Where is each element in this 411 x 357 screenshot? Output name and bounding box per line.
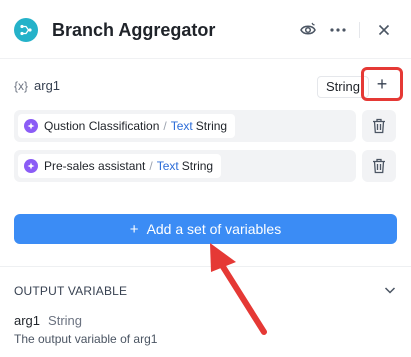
path-separator: / [163,119,167,133]
output-variable-heading: OUTPUT VARIABLE [14,284,128,298]
variable-type-name: Text [156,159,179,173]
variable-row[interactable]: Qustion Classification / Text String [14,110,356,142]
run-icon[interactable] [296,18,320,42]
node-icon [24,159,38,173]
add-variable-set-button[interactable]: + Add a set of variables [14,214,397,244]
plus-icon: + [129,220,139,238]
add-variable-button[interactable]: + [361,67,403,101]
delete-variable-button[interactable] [362,150,396,182]
output-variable-description: The output variable of arg1 [14,332,158,346]
node-icon [24,119,38,133]
variable-type: String [181,159,214,173]
section-divider [0,266,411,267]
variable-type: String [195,119,228,133]
variable-chip[interactable]: Qustion Classification / Text String [18,114,236,138]
variable-row[interactable]: Pre-sales assistant / Text String [14,150,356,182]
variable-chip[interactable]: Pre-sales assistant / Text String [18,154,222,178]
output-variable-name: arg1 [14,313,41,328]
trash-icon [373,118,385,134]
plus-icon: + [376,73,388,94]
delete-variable-button[interactable] [362,110,396,142]
add-variable-set-label: Add a set of variables [146,221,282,237]
header-divider [0,58,411,59]
chevron-down-icon[interactable] [382,282,398,298]
panel-header: Branch Aggregator [0,0,411,58]
variable-type-name: Text [170,119,193,133]
variable-node-name: Pre-sales assistant [44,159,146,173]
trash-icon [373,158,385,174]
header-separator [359,22,360,38]
variable-node-name: Qustion Classification [44,119,160,133]
close-icon[interactable] [372,18,396,42]
output-variable-type: String [48,313,82,328]
branch-app-icon [14,18,38,42]
page-title: Branch Aggregator [52,20,216,40]
path-separator: / [149,159,153,173]
variable-group-label: {x} arg1 [14,78,61,93]
variable-icon: {x} [14,79,29,93]
more-icon[interactable] [326,18,350,42]
output-variable: arg1 String [14,313,82,328]
